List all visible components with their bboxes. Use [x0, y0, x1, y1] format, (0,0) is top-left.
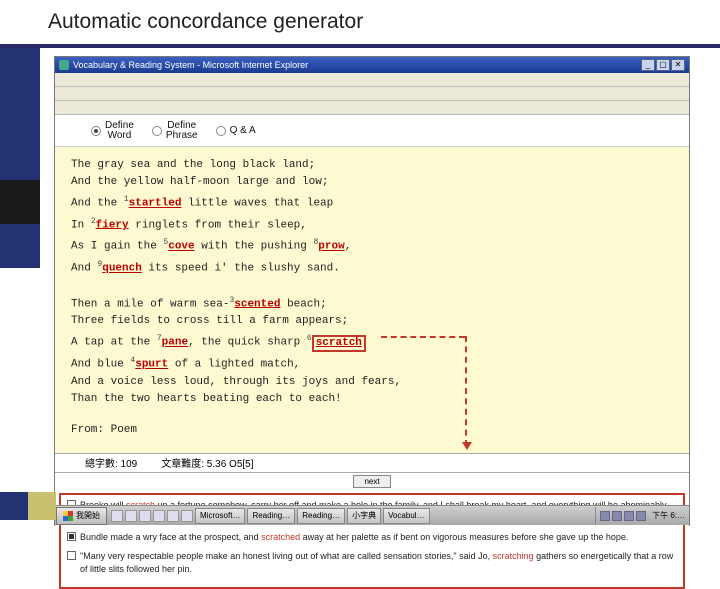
quicklaunch-icon[interactable] — [111, 510, 123, 522]
radio-icon — [216, 126, 226, 136]
window-title: Vocabulary & Reading System - Microsoft … — [73, 60, 308, 70]
poem-line: Than the two hearts beating each to each… — [71, 391, 673, 408]
taskbar: 我開始 Microsoft… Reading… Reading… 小字典 Voc… — [55, 505, 689, 525]
define-phrase-option[interactable]: Define Phrase — [152, 121, 198, 141]
define-word-label: Define Word — [105, 121, 134, 141]
quicklaunch — [111, 510, 193, 522]
poem-line: A tap at the 7pane, the quick sharp 6scr… — [71, 330, 673, 352]
selected-word-scratch[interactable]: scratch — [312, 335, 366, 352]
start-label: 我開始 — [76, 510, 100, 521]
tray-icon[interactable] — [624, 511, 634, 521]
keyword: scratching — [493, 551, 534, 561]
task-button[interactable]: Reading… — [247, 508, 295, 524]
spacer — [71, 278, 673, 292]
quicklaunch-icon[interactable] — [153, 510, 165, 522]
close-button[interactable]: ✕ — [671, 59, 685, 71]
quicklaunch-icon[interactable] — [125, 510, 137, 522]
poem-line: And the yellow half-moon large and low; — [71, 174, 673, 191]
glossed-word[interactable]: startled — [129, 198, 182, 210]
result-row: "Many very respectable people make an ho… — [67, 550, 677, 576]
poem-line: As I gain the 5cove with the pushing 8pr… — [71, 234, 673, 256]
stats-bar: 總字數: 109 文章難度: 5.36 O5[5] — [55, 453, 689, 473]
spacer — [71, 408, 673, 422]
pager-row: next — [55, 473, 689, 491]
title-band: Automatic concordance generator — [0, 0, 720, 48]
reading-passage: The gray sea and the long black land; An… — [55, 147, 689, 453]
difficulty-score: 文章難度: 5.36 O5[5] — [161, 455, 253, 470]
slide-title: Automatic concordance generator — [48, 10, 363, 34]
ie-icon — [59, 60, 69, 70]
glossed-word[interactable]: spurt — [135, 359, 168, 371]
tray-icon[interactable] — [612, 511, 622, 521]
result-checkbox[interactable] — [67, 551, 76, 560]
define-word-option[interactable]: Define Word — [91, 121, 134, 141]
decorative-squares — [0, 492, 56, 520]
start-icon — [63, 511, 73, 521]
poem-line: Three fields to cross till a farm appear… — [71, 313, 673, 330]
result-text: Bundle made a wry face at the prospect, … — [80, 531, 677, 544]
browser-tabstrip — [55, 101, 689, 115]
glossed-word[interactable]: prow — [318, 241, 344, 253]
poem-line: Then a mile of warm sea-3scented beach; — [71, 292, 673, 314]
window-controls: _ ▢ ✕ — [641, 59, 685, 71]
browser-toolbar — [55, 87, 689, 101]
poem-line: The gray sea and the long black land; — [71, 157, 673, 174]
browser-menubar — [55, 73, 689, 87]
poem-source: From: Poem — [71, 422, 673, 439]
qa-option[interactable]: Q & A — [216, 125, 256, 136]
poem-line: And a voice less loud, through its joys … — [71, 374, 673, 391]
slide-header: Automatic concordance generator — [0, 0, 720, 56]
next-button[interactable]: next — [353, 475, 390, 488]
glossed-word[interactable]: quench — [102, 263, 142, 275]
poem-line: In 2fiery ringlets from their sleep, — [71, 213, 673, 235]
quicklaunch-icon[interactable] — [181, 510, 193, 522]
word-count: 總字數: 109 — [85, 455, 137, 470]
poem-line: And 9quench its speed i' the slushy sand… — [71, 256, 673, 278]
task-button[interactable]: Vocabul… — [383, 508, 429, 524]
glossed-word[interactable]: fiery — [96, 219, 129, 231]
task-button[interactable]: Microsoft… — [195, 508, 245, 524]
result-row: Bundle made a wry face at the prospect, … — [67, 531, 677, 544]
define-phrase-label: Define Phrase — [166, 121, 198, 141]
poem-line: And blue 4spurt of a lighted match, — [71, 352, 673, 374]
radio-icon — [91, 126, 101, 136]
glossed-word[interactable]: cove — [168, 241, 194, 253]
start-button[interactable]: 我開始 — [56, 507, 107, 525]
radio-icon — [152, 126, 162, 136]
tray-icon[interactable] — [636, 511, 646, 521]
window-titlebar: Vocabulary & Reading System - Microsoft … — [55, 57, 689, 73]
glossed-word[interactable]: pane — [162, 337, 188, 349]
qa-label: Q & A — [230, 125, 256, 136]
app-toolbar: Define Word Define Phrase Q & A — [55, 115, 689, 147]
browser-window: Vocabulary & Reading System - Microsoft … — [54, 56, 690, 526]
callout-line — [381, 336, 465, 338]
accent-strip — [0, 48, 40, 268]
result-text: "Many very respectable people make an ho… — [80, 550, 677, 576]
glossed-word[interactable]: scented — [234, 298, 280, 310]
tray-icon[interactable] — [600, 511, 610, 521]
maximize-button[interactable]: ▢ — [656, 59, 670, 71]
task-button[interactable]: 小字典 — [347, 508, 381, 524]
deco-square — [28, 492, 56, 520]
quicklaunch-icon[interactable] — [167, 510, 179, 522]
task-button[interactable]: Reading… — [297, 508, 345, 524]
result-checkbox[interactable] — [67, 532, 76, 541]
poem-line: And the 1startled little waves that leap — [71, 191, 673, 213]
minimize-button[interactable]: _ — [641, 59, 655, 71]
system-tray: 下午 6:… — [595, 507, 689, 525]
taskbar-clock: 下午 6:… — [648, 510, 685, 521]
deco-square — [0, 492, 28, 520]
keyword: scratched — [261, 532, 300, 542]
quicklaunch-icon[interactable] — [139, 510, 151, 522]
